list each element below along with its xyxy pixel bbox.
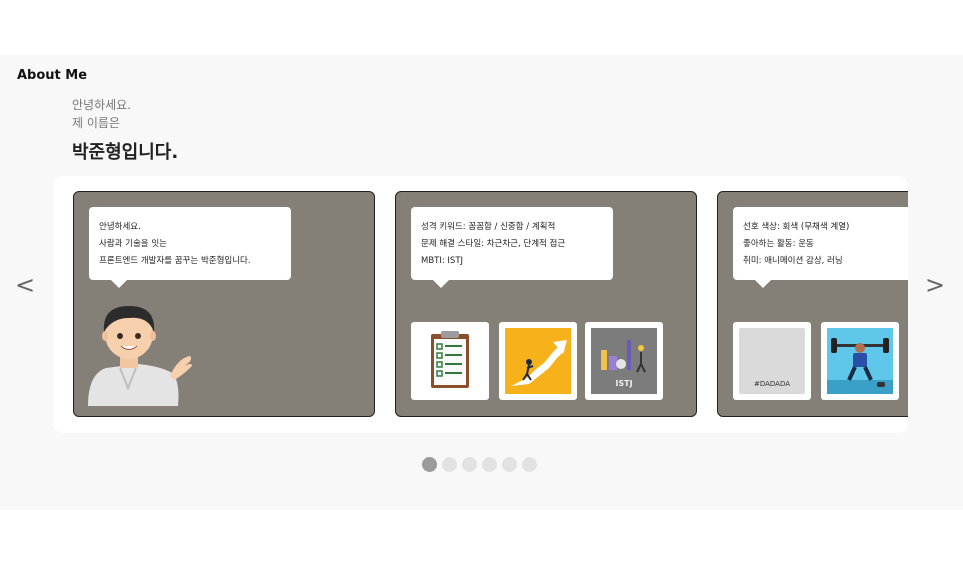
- speech-bubble: 안녕하세요. 사람과 기술을 잇는 프론트엔드 개발자를 꿈꾸는 박준형입니다.: [89, 207, 291, 288]
- bubble-line: 취미: 애니메이션 감상, 러닝: [743, 256, 843, 266]
- bubble-line: 프론트엔드 개발자를 꿈꾸는 박준형입니다.: [99, 256, 251, 266]
- speech-bubble: 선호 색상: 회색 (무채색 계열) 좋아하는 활동: 운동 취미: 애니메이션…: [733, 207, 908, 288]
- section-title: About Me: [17, 68, 88, 83]
- bubble-line: 문제 해결 스타일: 차근차근, 단계적 접근: [421, 239, 566, 249]
- bubble-line: 성격 키워드: 꼼꼼함 / 신중함 / 계획적: [421, 222, 556, 232]
- bubble-line: 선호 색상: 회색 (무채색 계열): [743, 222, 850, 232]
- memoji-avatar-icon: [88, 306, 192, 406]
- carousel-next-button[interactable]: >: [925, 273, 945, 297]
- thumbnail-exercise: [821, 322, 899, 400]
- istj-label: ISTJ: [615, 379, 633, 388]
- swatch-label: #DADADA: [753, 380, 791, 388]
- bubble-line: 안녕하세요.: [99, 222, 141, 232]
- speech-bubble: 성격 키워드: 꼼꼼함 / 신중함 / 계획적 문제 해결 스타일: 차근차근,…: [411, 207, 613, 288]
- bubble-line: 사람과 기술을 잇는: [99, 239, 167, 249]
- carousel-prev-button[interactable]: <: [15, 273, 35, 297]
- pagination-dot-6[interactable]: [522, 457, 537, 472]
- greeting: 안녕하세요. 제 이름은: [72, 96, 131, 132]
- thumbnail-growth: [499, 322, 577, 400]
- thumbnail-checklist: [411, 322, 489, 400]
- growth-stairs-icon: [505, 328, 571, 394]
- greeting-line-1: 안녕하세요.: [72, 98, 132, 112]
- weightlifting-icon: [827, 328, 893, 394]
- checklist-icon: [431, 331, 469, 388]
- pagination-dots: [422, 457, 537, 472]
- carousel-card-intro: 안녕하세요. 사람과 기술을 잇는 프론트엔드 개발자를 꿈꾸는 박준형입니다.: [73, 191, 375, 417]
- name-heading: 박준형입니다.: [72, 142, 179, 163]
- carousel-card-personality: 성격 키워드: 꼼꼼함 / 신중함 / 계획적 문제 해결 스타일: 차근차근,…: [395, 191, 697, 417]
- pagination-dot-5[interactable]: [502, 457, 517, 472]
- carousel-card-preferences: 선호 색상: 회색 (무채색 계열) 좋아하는 활동: 운동 취미: 애니메이션…: [717, 191, 908, 417]
- pagination-dot-3[interactable]: [462, 457, 477, 472]
- bubble-line: 좋아하는 활동: 운동: [743, 239, 814, 249]
- thumbnail-color-swatch: #DADADA: [733, 322, 811, 400]
- carousel: 안녕하세요. 사람과 기술을 잇는 프론트엔드 개발자를 꿈꾸는 박준형입니다.: [53, 176, 908, 433]
- thumbnail-istj: ISTJ: [585, 322, 663, 400]
- bubble-line: MBTI: ISTJ: [421, 256, 464, 266]
- about-section: About Me 안녕하세요. 제 이름은 박준형입니다. < > 안녕하세요.…: [0, 55, 963, 510]
- pagination-dot-4[interactable]: [482, 457, 497, 472]
- pagination-dot-2[interactable]: [442, 457, 457, 472]
- greeting-line-2: 제 이름은: [72, 116, 120, 130]
- pagination-dot-1[interactable]: [422, 457, 437, 472]
